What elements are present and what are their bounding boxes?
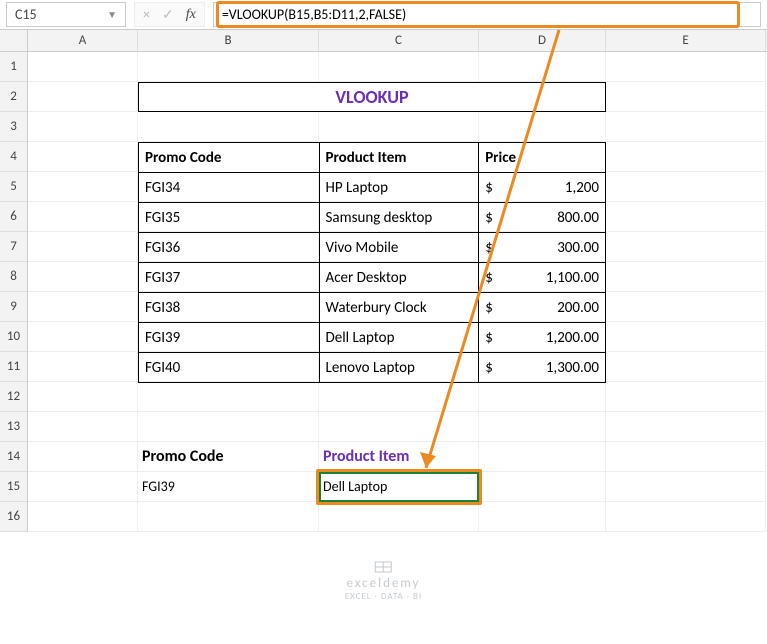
col-header-c[interactable]: C (319, 30, 479, 51)
lookup-result-cell[interactable]: Dell Laptop (319, 472, 479, 502)
title-cell[interactable]: VLOOKUP (138, 82, 606, 112)
col-header-b[interactable]: B (138, 30, 319, 51)
cell-item[interactable]: Acer Desktop (319, 263, 479, 293)
cell-item[interactable]: Vivo Mobile (319, 233, 479, 263)
cell-item[interactable]: Lenovo Laptop (319, 353, 479, 383)
row-header[interactable]: 3 (0, 112, 27, 142)
cells-area[interactable]: Promo Code Product Item FGI39 Dell Lapto… (28, 52, 767, 532)
cell-code[interactable]: FGI37 (139, 263, 320, 293)
row-header[interactable]: 10 (0, 322, 27, 352)
cell-code[interactable]: FGI38 (139, 293, 320, 323)
cell-price[interactable]: $1,200 (479, 173, 606, 203)
select-all-corner[interactable] (0, 30, 28, 51)
row-header[interactable]: 12 (0, 382, 27, 412)
grid-row (28, 52, 767, 82)
col-header-a[interactable]: A (28, 30, 138, 51)
formula-value: =VLOOKUP(B15,B5:D11,2,FALSE) (222, 6, 406, 23)
row-header[interactable]: 4 (0, 142, 27, 172)
formula-bar: C15 ▼ × ✓ fx =VLOOKUP(B15,B5:D11,2,FALSE… (0, 0, 767, 30)
cell-item[interactable]: HP Laptop (319, 173, 479, 203)
row-header[interactable]: 5 (0, 172, 27, 202)
row-header[interactable]: 1 (0, 52, 27, 82)
grid-body: 1 2 3 4 5 6 7 8 9 10 11 12 13 14 15 16 P… (0, 52, 767, 532)
name-box-value: C15 (15, 6, 37, 23)
formula-bar-buttons: × ✓ fx (134, 2, 205, 27)
grid-row: FGI39 Dell Laptop (28, 472, 767, 502)
header-item[interactable]: Product Item (319, 143, 479, 173)
row-header[interactable]: 13 (0, 412, 27, 442)
row-header[interactable]: 2 (0, 82, 27, 112)
cell-code[interactable]: FGI34 (139, 173, 320, 203)
cell-price[interactable]: $1,300.00 (479, 353, 606, 383)
grid-row (28, 112, 767, 142)
table-row: FGI37Acer Desktop$1,100.00 (139, 263, 606, 293)
col-header-e[interactable]: E (606, 30, 766, 51)
row-header[interactable]: 8 (0, 262, 27, 292)
lookup-code-label[interactable]: Promo Code (138, 442, 319, 472)
cell-price[interactable]: $1,100.00 (479, 263, 606, 293)
table-row: FGI36Vivo Mobile$300.00 (139, 233, 606, 263)
title-text: VLOOKUP (335, 86, 408, 108)
chevron-down-icon[interactable]: ▼ (107, 8, 117, 21)
row-header[interactable]: 9 (0, 292, 27, 322)
formula-input[interactable]: =VLOOKUP(B15,B5:D11,2,FALSE) (213, 2, 761, 27)
cell-item[interactable]: Samsung desktop (319, 203, 479, 233)
row-header[interactable]: 16 (0, 502, 27, 532)
table-row: FGI40Lenovo Laptop$1,300.00 (139, 353, 606, 383)
column-headers: A B C D E (0, 30, 767, 52)
name-box[interactable]: C15 ▼ (6, 2, 126, 27)
cell-code[interactable]: FGI35 (139, 203, 320, 233)
watermark-text: exceldemy (347, 576, 421, 591)
cell-code[interactable]: FGI39 (139, 323, 320, 353)
lookup-code-value[interactable]: FGI39 (138, 472, 319, 502)
cell-code[interactable]: FGI36 (139, 233, 320, 263)
cell-code[interactable]: FGI40 (139, 353, 320, 383)
data-table: Promo Code Product Item Price FGI34HP La… (138, 142, 606, 383)
row-headers: 1 2 3 4 5 6 7 8 9 10 11 12 13 14 15 16 (0, 52, 28, 532)
table-header-row: Promo Code Product Item Price (139, 143, 606, 173)
row-header[interactable]: 7 (0, 232, 27, 262)
grid-row: Promo Code Product Item (28, 442, 767, 472)
row-header[interactable]: 11 (0, 352, 27, 382)
lookup-item-label[interactable]: Product Item (319, 442, 479, 472)
cancel-icon[interactable]: × (143, 6, 150, 23)
col-header-d[interactable]: D (479, 30, 606, 51)
cell-price[interactable]: $1,200.00 (479, 323, 606, 353)
watermark-icon (373, 560, 393, 574)
fx-icon[interactable]: fx (186, 7, 196, 23)
cell-price[interactable]: $200.00 (479, 293, 606, 323)
table-row: FGI34HP Laptop$1,200 (139, 173, 606, 203)
cell-price[interactable]: $800.00 (479, 203, 606, 233)
table-row: FGI38Waterbury Clock$200.00 (139, 293, 606, 323)
cell-item[interactable]: Dell Laptop (319, 323, 479, 353)
grid-row (28, 502, 767, 532)
row-header[interactable]: 14 (0, 442, 27, 472)
row-header[interactable]: 6 (0, 202, 27, 232)
row-header[interactable]: 15 (0, 472, 27, 502)
header-code[interactable]: Promo Code (139, 143, 320, 173)
watermark-subtext: EXCEL · DATA · BI (345, 591, 422, 602)
header-price[interactable]: Price (479, 143, 606, 173)
cell-price[interactable]: $300.00 (479, 233, 606, 263)
cell-item[interactable]: Waterbury Clock (319, 293, 479, 323)
watermark: exceldemy EXCEL · DATA · BI (345, 560, 422, 602)
table-row: FGI35Samsung desktop$800.00 (139, 203, 606, 233)
grid-row (28, 412, 767, 442)
confirm-icon[interactable]: ✓ (162, 6, 174, 23)
grid-row (28, 382, 767, 412)
table-row: FGI39Dell Laptop$1,200.00 (139, 323, 606, 353)
